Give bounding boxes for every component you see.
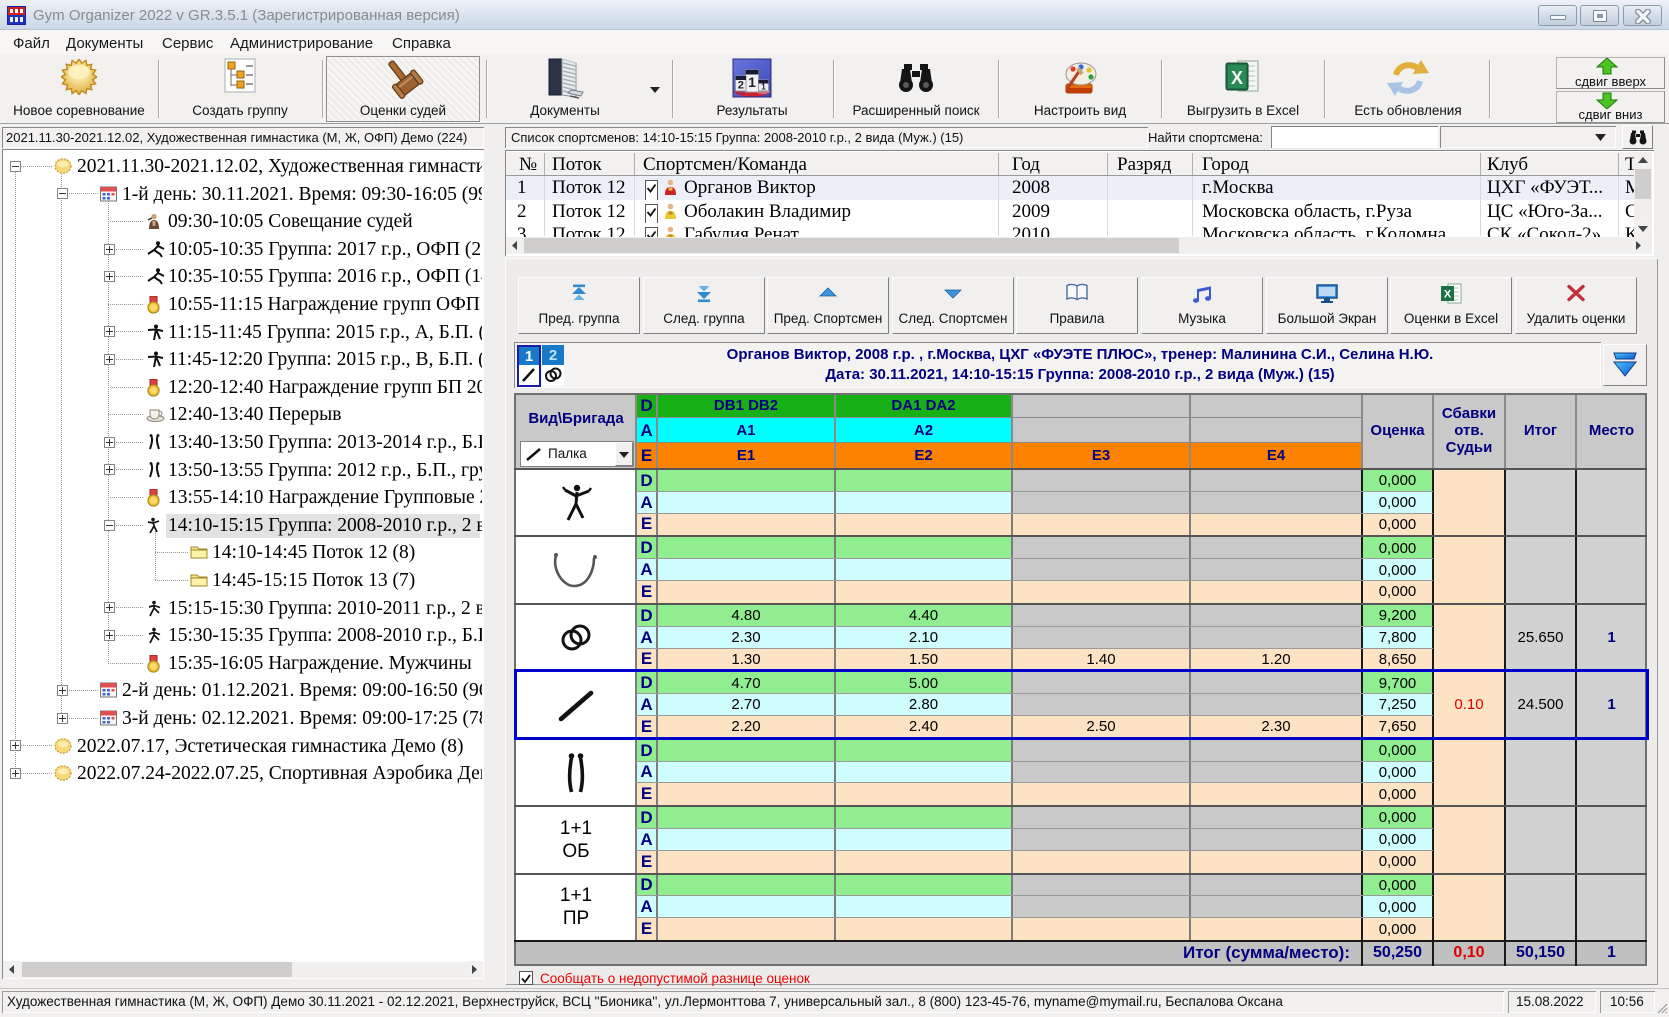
svg-text:X: X: [1444, 289, 1452, 301]
svg-text:2: 2: [738, 80, 744, 92]
svg-text:X: X: [1231, 68, 1243, 88]
svg-text:1: 1: [761, 83, 766, 92]
svg-text:1: 1: [748, 74, 756, 90]
